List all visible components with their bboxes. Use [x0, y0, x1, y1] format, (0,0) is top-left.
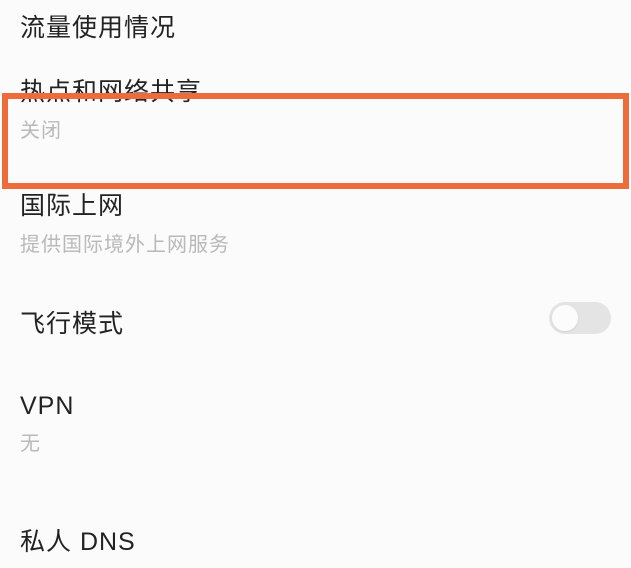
vpn-subtitle: 无 — [20, 427, 74, 456]
private-dns-item[interactable]: 私人 DNS — [0, 492, 631, 568]
dns-title: 私人 DNS — [20, 522, 136, 558]
airplane-mode-toggle[interactable] — [549, 302, 611, 334]
hotspot-title: 热点和网络共享 — [20, 72, 202, 108]
international-roaming-item[interactable]: 国际上网 提供国际境外上网服务 — [0, 156, 631, 264]
data-usage-item[interactable]: 流量使用情况 — [0, 0, 631, 58]
settings-list: 流量使用情况 热点和网络共享 关闭 国际上网 提供国际境外上网服务 飞行模式 V… — [0, 0, 631, 568]
hotspot-subtitle: 关闭 — [20, 114, 202, 143]
vpn-title: VPN — [20, 392, 74, 421]
airplane-title: 飞行模式 — [20, 304, 124, 340]
intl-subtitle: 提供国际境外上网服务 — [20, 228, 230, 257]
hotspot-tethering-item[interactable]: 热点和网络共享 关闭 — [0, 58, 631, 156]
vpn-item[interactable]: VPN 无 — [0, 372, 631, 492]
airplane-mode-item[interactable]: 飞行模式 — [0, 264, 631, 372]
intl-title: 国际上网 — [20, 186, 230, 222]
data-usage-title: 流量使用情况 — [20, 8, 176, 44]
toggle-knob — [552, 305, 578, 331]
